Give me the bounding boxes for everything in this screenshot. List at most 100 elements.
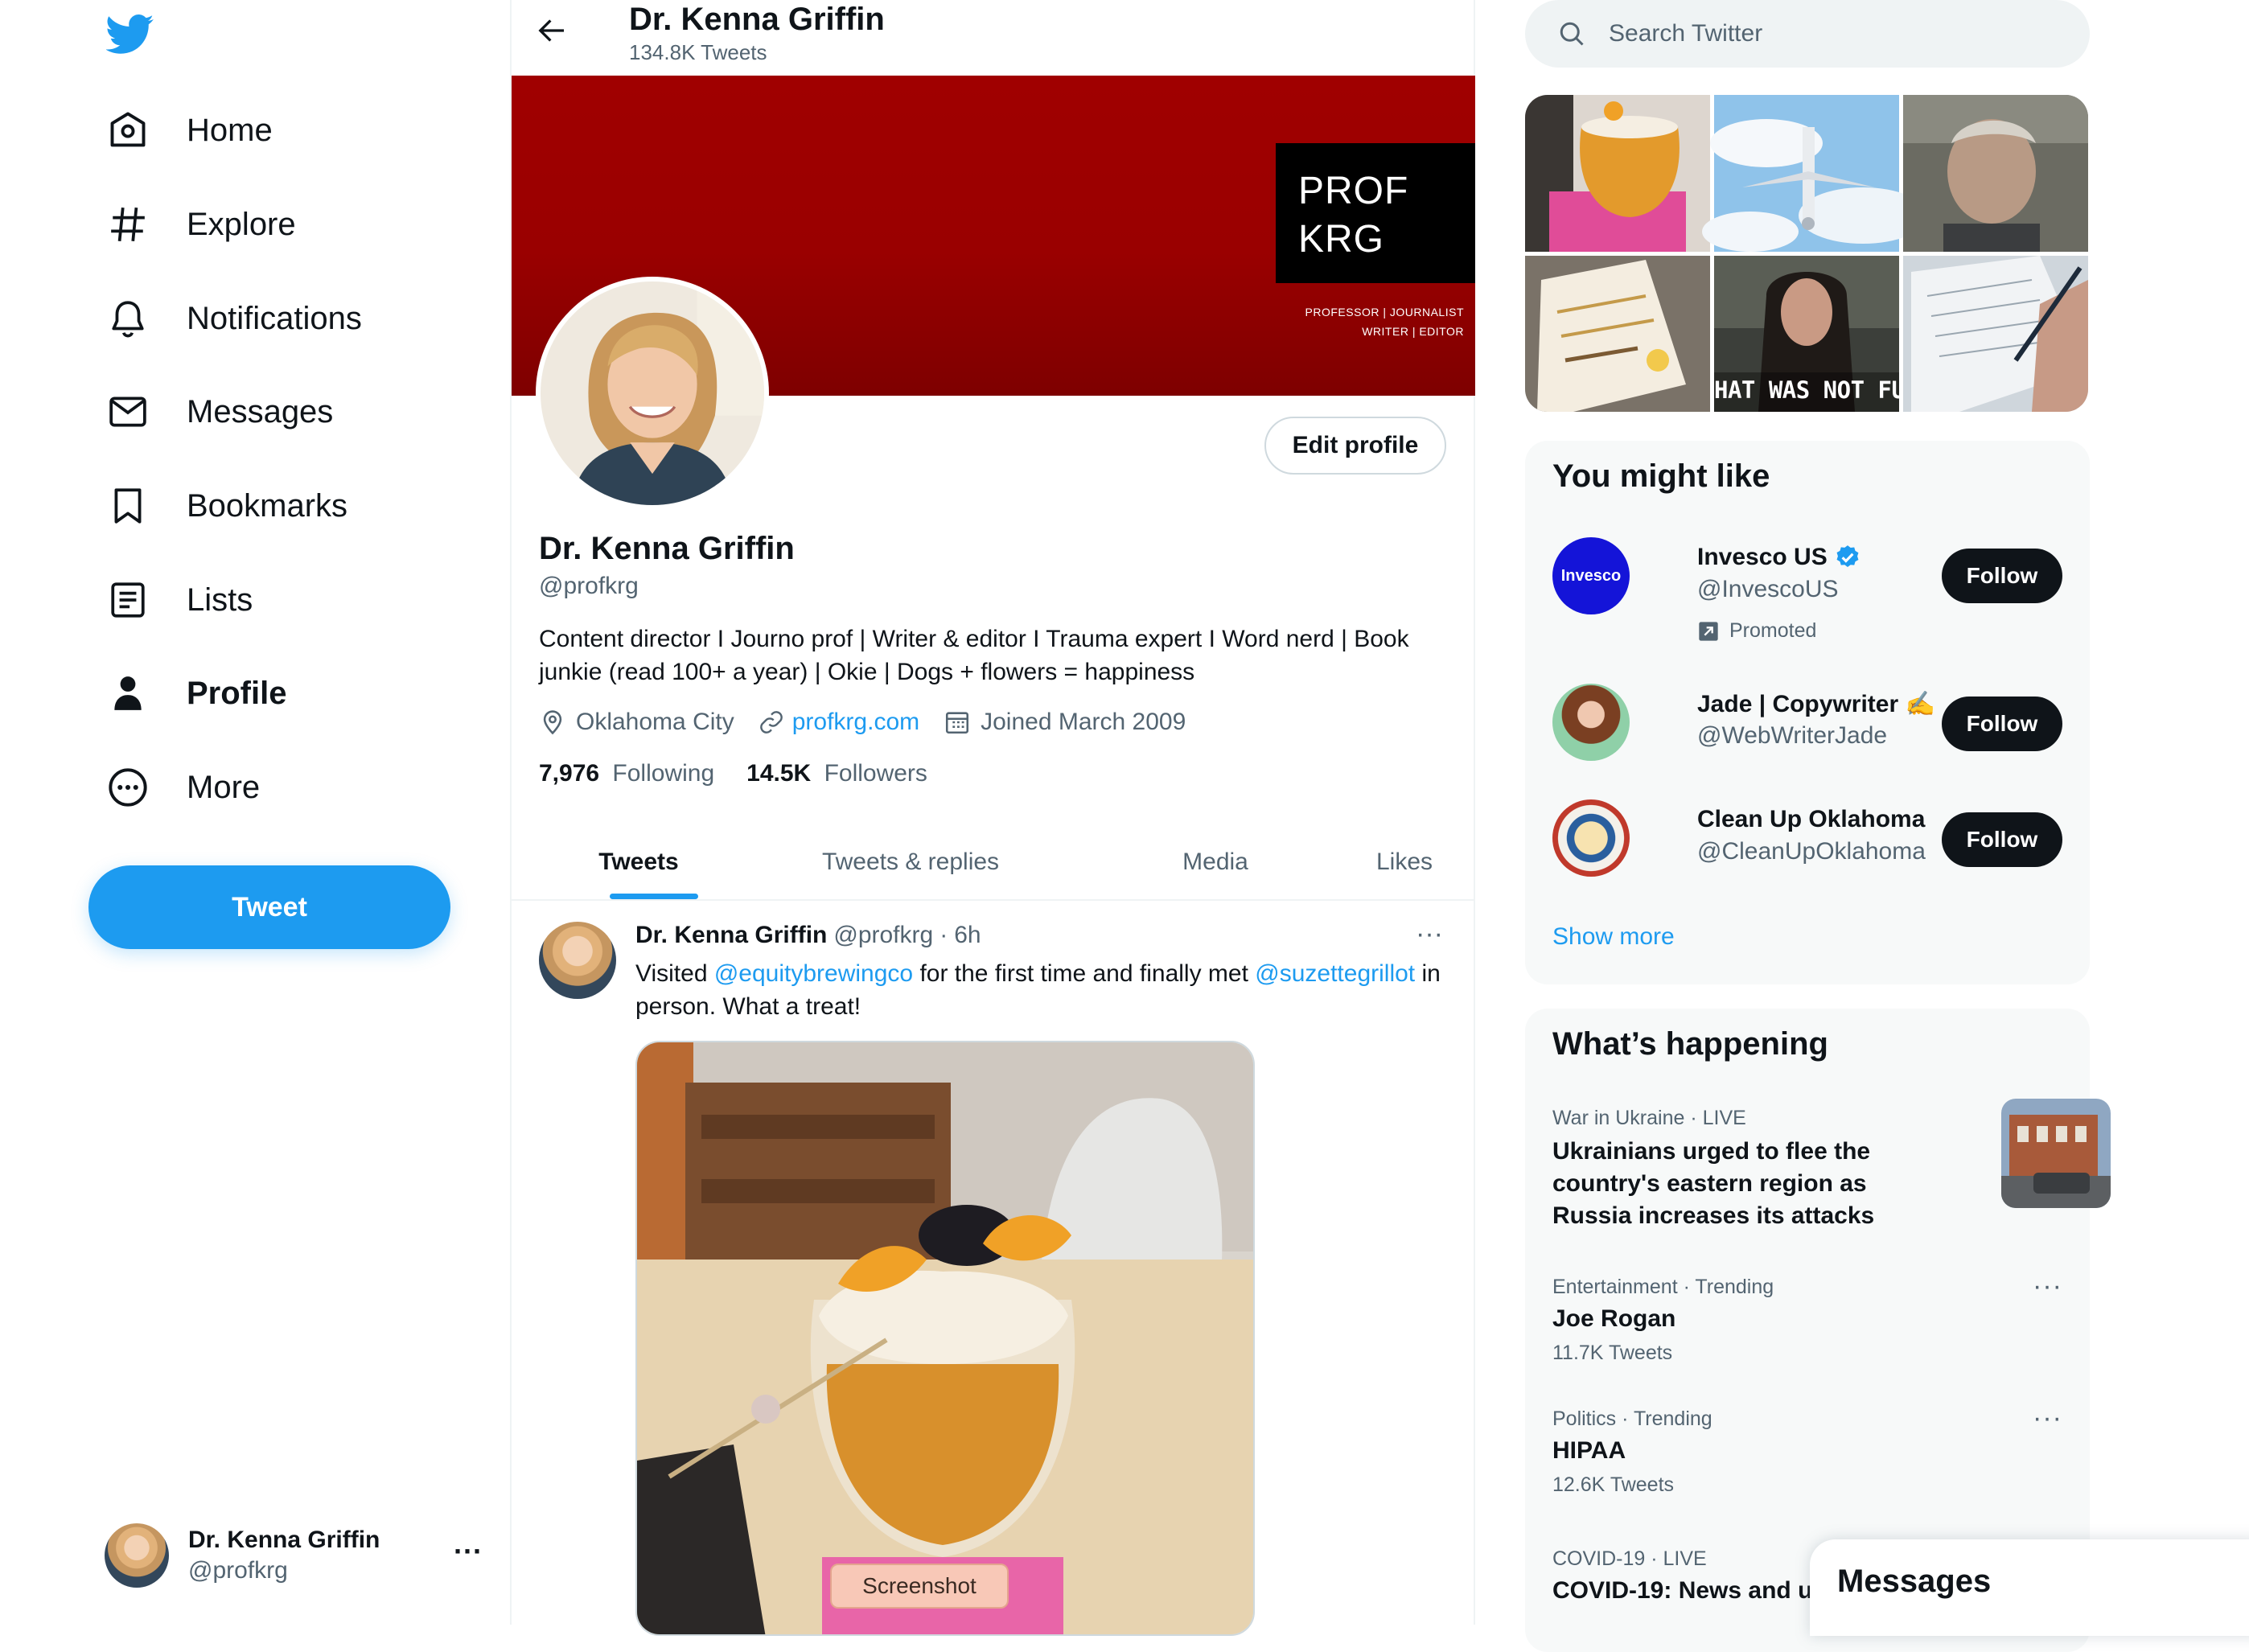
- account-more-icon[interactable]: ···: [454, 1535, 483, 1568]
- banner-subtitle: PROFESSOR | JOURNALIST WRITER | EDITOR: [1305, 302, 1464, 341]
- profile-avatar[interactable]: [536, 277, 769, 510]
- media-thumb-5-caption: HAT WAS NOT FUNN: [1714, 376, 1899, 404]
- tab-likes[interactable]: Likes: [1348, 825, 1461, 899]
- media-thumb-6[interactable]: [1903, 256, 2088, 412]
- tab-media[interactable]: Media: [1123, 825, 1308, 899]
- nav-home-label: Home: [187, 112, 273, 148]
- nav-explore-label: Explore: [187, 206, 296, 242]
- media-thumb-4[interactable]: [1525, 256, 1710, 412]
- header-tweet-count: 134.8K Tweets: [629, 40, 767, 64]
- jade-avatar: [1552, 684, 1630, 761]
- banner-logo-line1: PROF: [1298, 170, 1409, 212]
- media-thumb-2[interactable]: [1702, 95, 1927, 252]
- trend-more-icon[interactable]: ···: [2033, 1271, 2062, 1302]
- account-name: Dr. Kenna Griffin: [188, 1527, 380, 1553]
- envelope-icon: [103, 387, 153, 437]
- suggestion-invesco[interactable]: Invesco Invesco US @InvescoUS Promoted F…: [1525, 521, 2090, 663]
- you-might-like-panel: You might like Invesco Invesco US @Inves…: [1525, 441, 2090, 984]
- trend-item-joe-rogan[interactable]: Entertainment · Trending Joe Rogan 11.7K…: [1525, 1271, 2090, 1383]
- nav-home[interactable]: Home: [103, 90, 273, 171]
- tweet-photo[interactable]: Screenshot: [635, 1041, 1255, 1636]
- tweet-time[interactable]: 6h: [954, 922, 981, 949]
- trend-thumbnail-ukraine: [2001, 1099, 2111, 1208]
- right-sidebar: Search Twitter HAT WAS NOT FU You might …: [1475, 0, 2249, 1652]
- trend-more-icon[interactable]: ···: [2033, 1403, 2062, 1434]
- left-navigation: Home Explore Notifications Messages Book…: [0, 0, 512, 1625]
- trend-meta-ukraine: War in Ukraine · LIVE: [1552, 1107, 1746, 1129]
- bookmark-icon: [103, 481, 153, 531]
- trend-title-ukraine-line3: Russia increases its attacks: [1552, 1202, 1875, 1229]
- nav-profile[interactable]: Profile: [103, 653, 286, 734]
- followers-link[interactable]: 14.5K Followers: [746, 760, 927, 787]
- nav-bookmarks-label: Bookmarks: [187, 487, 348, 524]
- media-thumb-1[interactable]: [1525, 95, 1710, 252]
- tweet-text: Visited @equitybrewingco for the first t…: [635, 957, 1464, 1023]
- location-icon: [539, 709, 566, 736]
- promoted-label: Promoted: [1697, 619, 1816, 643]
- follow-button-webwriterjade[interactable]: Follow: [1942, 697, 2062, 751]
- banner-logo: PROF KRG: [1276, 143, 1475, 283]
- follow-button-invesco[interactable]: Follow: [1942, 549, 2062, 603]
- search-icon: [1557, 19, 1586, 48]
- trend-title-joe-rogan: Joe Rogan: [1552, 1305, 1676, 1332]
- trend-title-covid: COVID-19: News and up: [1552, 1577, 1828, 1604]
- search-box[interactable]: Search Twitter: [1525, 0, 2090, 68]
- nav-profile-label: Profile: [187, 675, 287, 711]
- messages-drawer-title: Messages: [1837, 1564, 1992, 1599]
- promoted-text: Promoted: [1729, 619, 1817, 642]
- trend-item-ukraine[interactable]: War in Ukraine · LIVE Ukrainians urged t…: [1525, 1097, 2111, 1242]
- promoted-icon: [1697, 620, 1720, 643]
- profile-website-link[interactable]: profkrg.com: [792, 709, 919, 736]
- suggestion-name-invesco: Invesco US: [1697, 544, 1861, 571]
- tweet-author-avatar[interactable]: [539, 922, 616, 999]
- tweet-more-icon[interactable]: ···: [1416, 918, 1443, 950]
- nav-bookmarks[interactable]: Bookmarks: [103, 466, 347, 546]
- following-link[interactable]: 7,976 Following: [539, 760, 714, 787]
- suggestion-cleanupoklahoma[interactable]: Clean Up Oklahoma @CleanUpOklahoma Follo…: [1525, 790, 2090, 886]
- profile-location: Oklahoma City: [576, 709, 734, 735]
- tweet-author-name[interactable]: Dr. Kenna Griffin: [635, 922, 827, 949]
- nav-notifications[interactable]: Notifications: [103, 278, 362, 359]
- media-thumb-3[interactable]: [1903, 95, 2088, 252]
- follow-button-cleanupoklahoma[interactable]: Follow: [1942, 812, 2062, 867]
- twitter-logo-icon[interactable]: [106, 14, 154, 55]
- invesco-avatar: Invesco: [1552, 537, 1630, 614]
- banner-subtitle-line2: WRITER | EDITOR: [1362, 325, 1464, 338]
- header-name: Dr. Kenna Griffin: [629, 2, 885, 37]
- suggestion-webwriterjade[interactable]: Jade | Copywriter ✍️ @WebWriterJade Foll…: [1525, 674, 2090, 771]
- jade-name: Jade | Copywriter ✍️: [1697, 691, 1935, 717]
- nav-lists[interactable]: Lists: [103, 560, 253, 640]
- show-more-link[interactable]: Show more: [1552, 923, 1675, 951]
- nav-lists-label: Lists: [187, 581, 253, 618]
- messages-drawer[interactable]: Messages: [1810, 1539, 2249, 1636]
- back-arrow-icon[interactable]: [536, 14, 584, 53]
- bell-icon: [103, 294, 153, 343]
- edit-profile-button[interactable]: Edit profile: [1264, 417, 1446, 475]
- tab-likes-label: Likes: [1375, 849, 1433, 875]
- trend-meta-hipaa: Politics · Trending: [1552, 1407, 1712, 1430]
- main-column: Dr. Kenna Griffin 134.8K Tweets PROF KRG…: [512, 0, 1475, 1636]
- nav-messages[interactable]: Messages: [103, 372, 333, 452]
- nav-more[interactable]: More: [103, 747, 260, 828]
- cleanup-oklahoma-avatar: [1552, 799, 1630, 877]
- tweet-button[interactable]: Tweet: [88, 865, 450, 949]
- nav-messages-label: Messages: [187, 393, 334, 429]
- tweet-mention-equitybrewingco[interactable]: @equitybrewingco: [714, 960, 913, 987]
- tab-tweets-and-replies[interactable]: Tweets & replies: [782, 825, 1039, 899]
- active-tab-indicator: [610, 894, 698, 899]
- followers-count: 14.5K: [746, 760, 812, 787]
- followers-label: Followers: [824, 760, 927, 787]
- trend-item-hipaa[interactable]: Politics · Trending HIPAA 12.6K Tweets ·…: [1525, 1403, 2090, 1515]
- you-might-like-title: You might like: [1552, 458, 1770, 494]
- tweet[interactable]: Dr. Kenna Griffin @profkrg · 6h ··· Visi…: [512, 901, 1475, 1636]
- list-icon: [103, 575, 153, 625]
- profile-bio-line2: junkie (read 100+ a year) | Okie | Dogs …: [539, 659, 1195, 685]
- nav-explore[interactable]: Explore: [103, 184, 296, 265]
- tweet-mention-suzettegrillot[interactable]: @suzettegrillot: [1255, 960, 1415, 987]
- follow-stats: 7,976 Following 14.5K Followers: [539, 756, 927, 791]
- cleanup-oklahoma-handle: @CleanUpOklahoma: [1697, 838, 1926, 865]
- account-handle: @profkrg: [188, 1557, 288, 1584]
- trend-title-ukraine: Ukrainians urged to flee the country's e…: [1552, 1136, 1890, 1232]
- account-switcher[interactable]: Dr. Kenna Griffin @profkrg ···: [105, 1517, 483, 1594]
- tab-tweets[interactable]: Tweets: [544, 825, 734, 899]
